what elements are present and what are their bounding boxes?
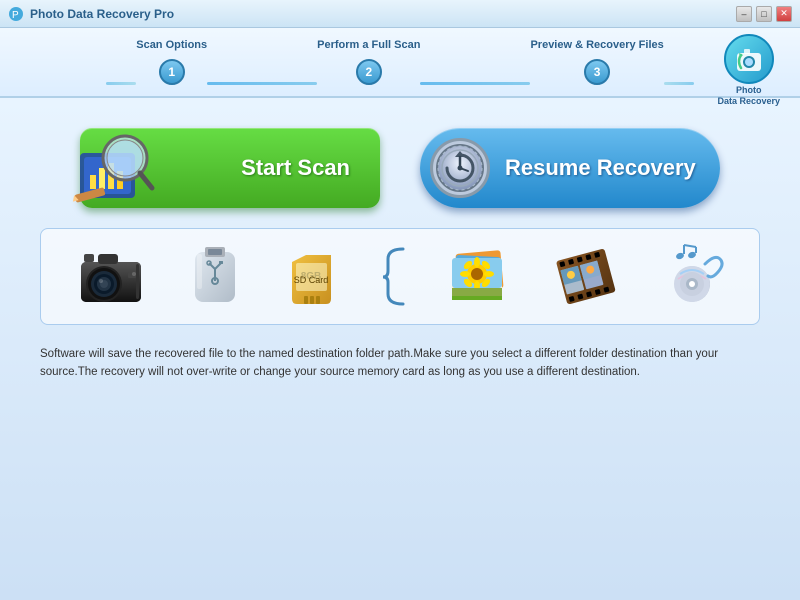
step-3-circle: 3 [584,59,610,85]
resume-recovery-button[interactable]: Resume Recovery [420,128,720,208]
step-1-label: Scan Options [136,39,207,51]
logo-icon [723,33,775,85]
window-title: Photo Data Recovery Pro [30,7,174,21]
film-device-icon [551,244,621,309]
sd-card-device-icon: 8GB SD Card [284,247,339,307]
usb-device-icon [185,244,245,309]
scan-icon [70,123,160,213]
description-text: Software will save the recovered file to… [40,345,760,382]
step-1: Scan Options 1 [136,39,207,85]
device-icons-box: 8GB SD Card [40,228,760,325]
step-2: Perform a Full Scan 2 [317,39,420,85]
svg-text:SD Card: SD Card [293,275,328,285]
minimize-button[interactable]: – [736,6,752,22]
app-icon: P [8,6,24,22]
step-1-circle: 1 [159,59,185,85]
title-controls: – □ ✕ [736,6,792,22]
photos-device-icon [447,244,512,309]
resume-icon [430,138,490,198]
camera-device-icon [76,244,146,309]
start-scan-label: Start Scan [241,155,350,181]
start-scan-button[interactable]: Start Scan [80,128,380,208]
step-3-label: Preview & Recovery Files [530,39,663,51]
resume-recovery-label: Resume Recovery [505,155,696,181]
app-logo: Photo Data Recovery [717,33,780,107]
title-bar-left: P Photo Data Recovery Pro [8,6,174,22]
step-2-label: Perform a Full Scan [317,39,420,51]
music-device-icon [660,244,725,309]
svg-text:P: P [12,10,19,21]
logo-text: Photo Data Recovery [717,85,780,107]
brace-divider [378,244,408,309]
step-3: Preview & Recovery Files 3 [530,39,663,85]
steps-container: Scan Options 1 Perform a Full Scan 2 [20,39,780,85]
title-bar: P Photo Data Recovery Pro – □ ✕ [0,0,800,28]
step-bar: Scan Options 1 Perform a Full Scan 2 [0,28,800,98]
step-2-circle: 2 [356,59,382,85]
buttons-row: Start Scan [40,128,760,208]
close-button[interactable]: ✕ [776,6,792,22]
maximize-button[interactable]: □ [756,6,772,22]
main-content: Start Scan [0,98,800,600]
